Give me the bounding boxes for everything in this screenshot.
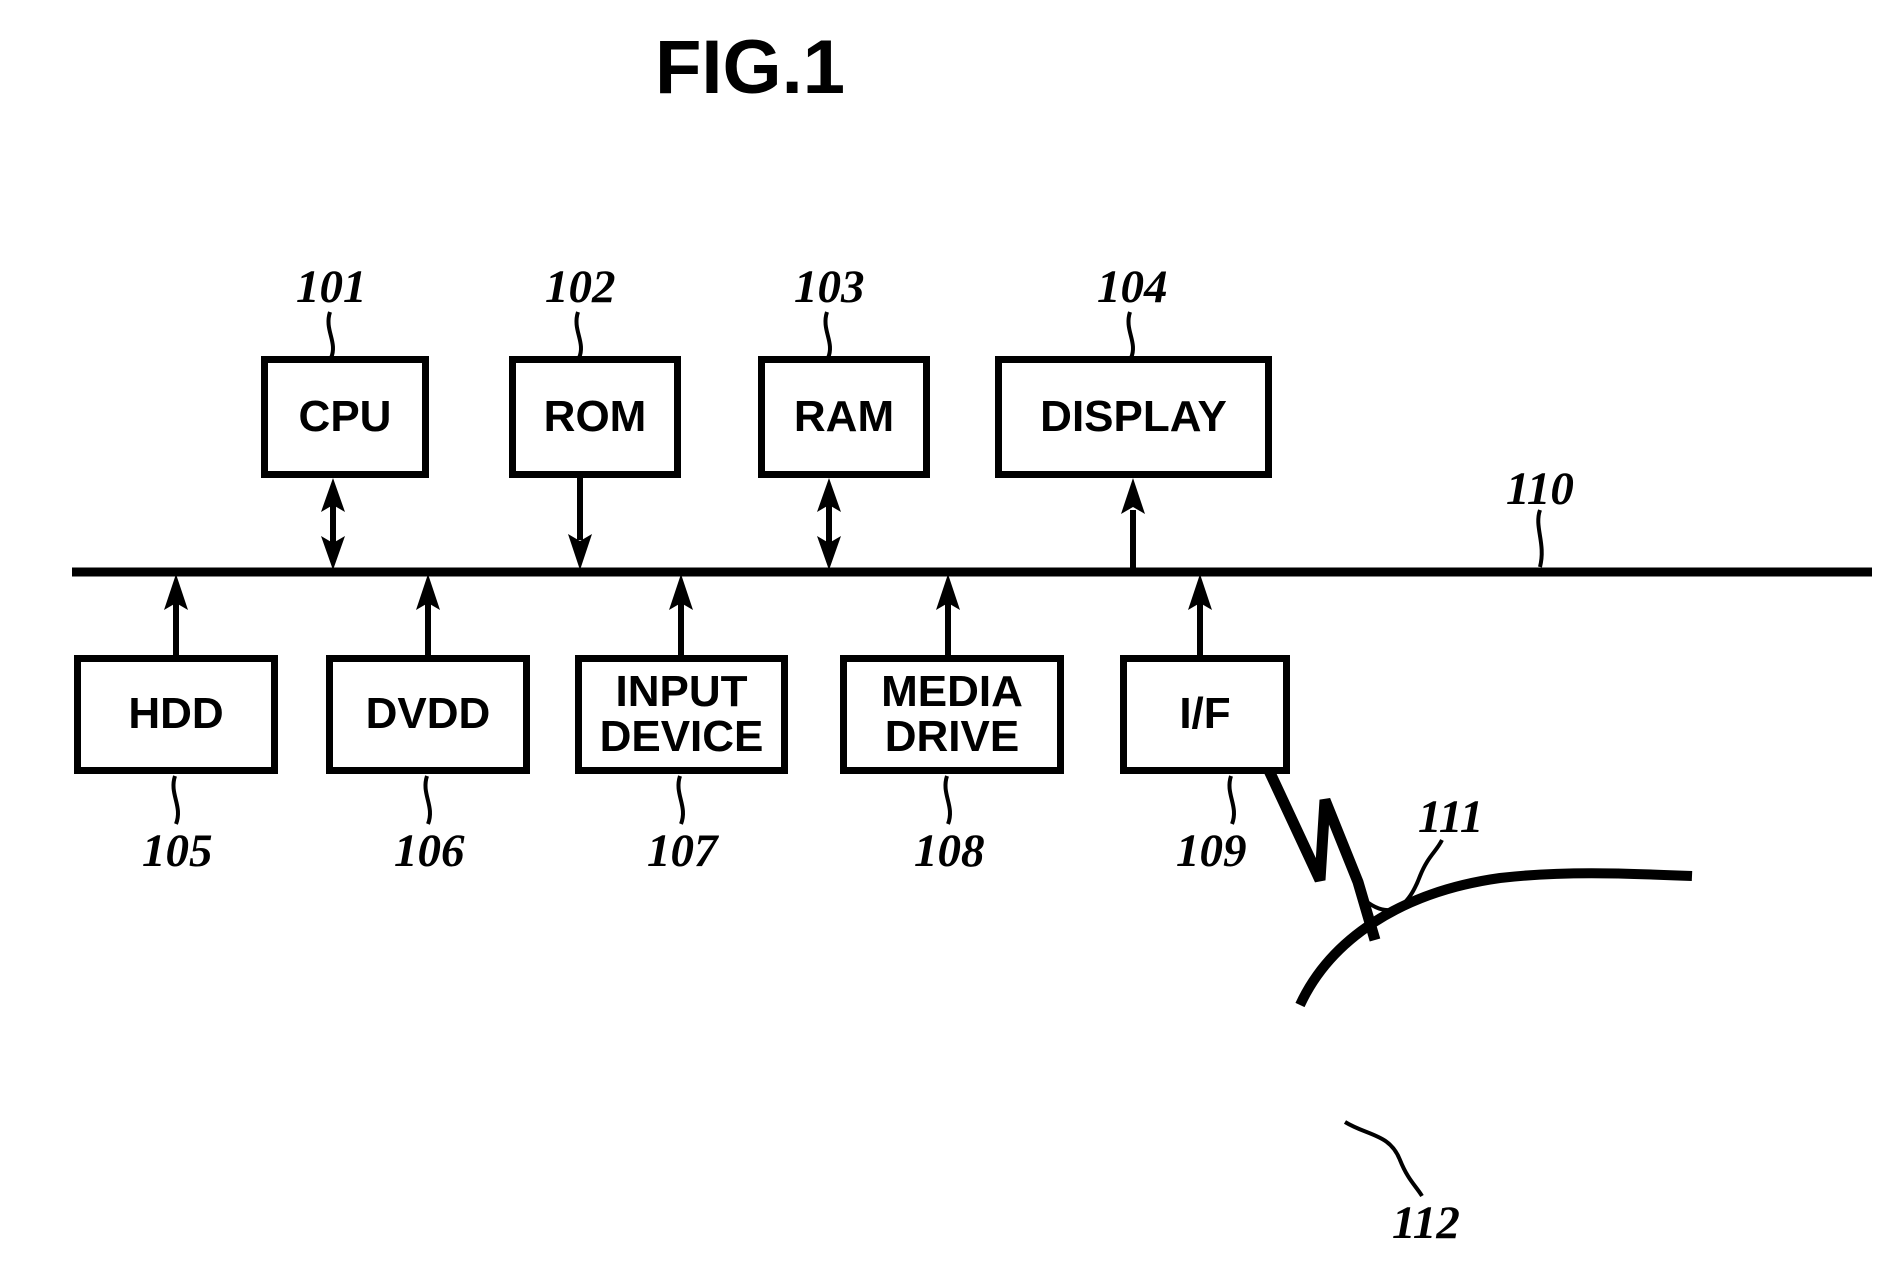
leader-line-105 [171,775,180,825]
block-ram[interactable]: RAM [758,356,930,478]
block-cpu[interactable]: CPU [261,356,429,478]
block-rom[interactable]: ROM [509,356,681,478]
reference-numeral-105: 105 [142,825,213,877]
block-dvdd[interactable]: DVDD [326,655,530,774]
antenna-symbol [1260,759,1381,942]
reference-numeral-107: 107 [647,825,718,877]
arrow-cpu-bus [321,478,345,570]
leader-line-107 [676,775,685,825]
block-display[interactable]: DISPLAY [995,356,1272,478]
leader-line-106 [423,775,432,825]
block-input-device[interactable]: INPUT DEVICE [575,655,788,774]
block-hdd[interactable]: HDD [74,655,278,774]
reference-numeral-102: 102 [545,261,616,313]
reference-numeral-109: 109 [1176,825,1247,877]
reference-numeral-110: 110 [1506,463,1574,515]
diagram-vector-layer [72,311,1872,1198]
block-media-drive-label: MEDIA DRIVE [881,666,1023,761]
arrow-ram-bus [817,478,841,570]
patent-figure: FIG.1 CPU ROM RAM DISPLAY HDD DVDD INPUT… [0,0,1901,1284]
block-cpu-label: CPU [298,391,392,441]
reference-numeral-101: 101 [296,261,367,313]
reference-numeral-108: 108 [914,825,985,877]
block-media-drive[interactable]: MEDIA DRIVE [840,655,1064,774]
block-rom-label: ROM [543,391,647,441]
leader-line-101 [326,311,335,359]
reference-numeral-104: 104 [1097,261,1168,313]
leader-line-104 [1126,311,1135,359]
block-dvdd-label: DVDD [365,689,491,739]
leader-line-110 [1536,509,1544,568]
block-display-label: DISPLAY [1040,391,1227,441]
block-ram-label: RAM [793,391,895,441]
block-interface-label: I/F [1179,689,1231,739]
arrow-rom-bus [568,478,592,570]
reference-numeral-106: 106 [394,825,465,877]
block-hdd-label: HDD [128,689,224,739]
leader-line-102 [574,311,583,359]
leader-line-108 [943,775,952,825]
block-input-device-label: INPUT DEVICE [599,666,764,761]
leader-line-109 [1227,775,1236,825]
leader-line-112 [1343,1120,1424,1198]
arrow-display-bus [1121,478,1145,570]
reference-numeral-103: 103 [794,261,865,313]
reference-numeral-111: 111 [1418,791,1484,843]
leader-line-103 [823,311,832,359]
reference-numeral-112: 112 [1392,1197,1460,1249]
block-interface[interactable]: I/F [1120,655,1290,774]
